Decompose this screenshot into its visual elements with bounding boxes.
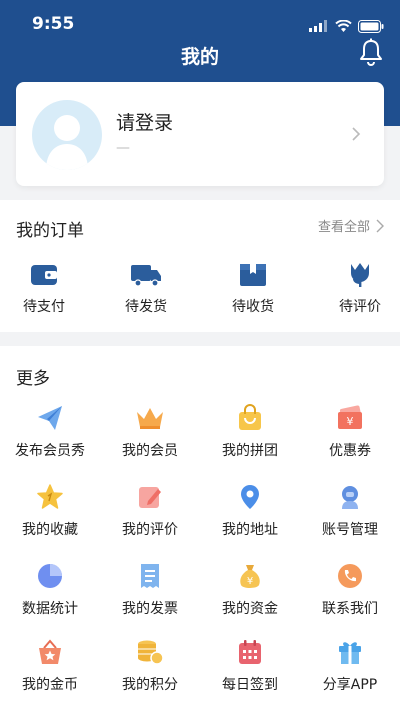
order-label: 待支付 [23,299,65,315]
profile-subtitle: — [116,140,130,156]
basket-star-icon [39,639,61,664]
star-icon [37,484,63,509]
grid-label: 账号管理 [322,522,378,538]
page-title: 我的 [180,46,219,68]
grid-item-points[interactable]: 我的积分 [100,638,200,694]
svg-text:¥: ¥ [247,576,253,587]
grid-label: 发布会员秀 [15,443,85,459]
bell-icon[interactable] [358,38,384,66]
status-icons [309,16,384,36]
grid-label: 我的资金 [222,601,278,617]
grid-label: 我的会员 [122,443,178,459]
coins-icon [138,640,164,665]
phone-icon [338,564,362,588]
status-time: 9:55 [32,14,75,34]
grid-item-member-show[interactable]: 发布会员秀 [0,404,100,460]
location-pin-icon [241,485,259,509]
chevron-right-icon [352,127,361,141]
grid-item-invoices[interactable]: 我的发票 [100,562,200,618]
money-bag-icon: ¥ [240,565,260,588]
grid-label: 数据统计 [22,601,78,617]
more-title: 更多 [16,369,50,389]
truck-icon [131,265,161,287]
crown-icon [137,408,163,429]
order-pending-receipt[interactable]: 待收货 [203,260,303,316]
gift-icon [339,642,361,664]
status-bar: 9:55 [0,0,400,48]
orders-title: 我的订单 [16,221,84,241]
grid-label: 我的发票 [122,601,178,617]
login-label[interactable]: 请登录 [116,108,173,135]
svg-text:¥: ¥ [347,415,354,428]
grid-item-check-in[interactable]: 每日签到 [200,638,300,694]
pie-chart-icon [38,564,62,588]
order-label: 待评价 [339,299,381,315]
view-all-label: 查看全部 [317,220,370,235]
grid-item-account[interactable]: 账号管理 [300,483,400,539]
avatar-silhouette-icon [46,115,88,170]
order-pending-review[interactable]: 待评价 [310,260,400,316]
order-pending-shipment[interactable]: 待发货 [96,260,196,316]
grid-label: 分享APP [322,677,378,693]
order-label: 待发货 [125,299,167,315]
wallet-icon [31,265,57,285]
grid-label: 每日签到 [222,677,278,693]
grid-item-my-address[interactable]: 我的地址 [200,483,300,539]
tulip-icon [351,263,369,287]
shopping-bag-icon [239,404,261,430]
signal-icon [309,20,327,32]
grid-item-my-reviews[interactable]: 我的评价 [100,483,200,539]
grid-item-coupons[interactable]: ¥ 优惠券 [300,404,400,460]
grid-label: 我的收藏 [22,522,78,538]
grid-label: 我的地址 [222,522,278,538]
more-section: 更多 发布会员秀 我的会员 我的拼团 ¥ 优惠券 我的收藏 我的评价 我的地址 … [0,346,400,711]
calendar-icon [239,640,261,664]
chevron-right-icon [376,219,384,232]
grid-label: 我的评价 [122,522,178,538]
grid-item-gold-coins[interactable]: 我的金币 [0,638,100,694]
box-icon [240,264,266,286]
grid-item-contact[interactable]: 联系我们 [300,562,400,618]
coupon-icon: ¥ [338,405,363,429]
battery-icon [358,19,384,33]
grid-item-statistics[interactable]: 数据统计 [0,562,100,618]
grid-item-my-membership[interactable]: 我的会员 [100,404,200,460]
user-icon [342,486,358,509]
grid-label: 我的积分 [122,677,178,693]
orders-section: 我的订单 查看全部 待支付 待发货 待收货 待评价 [0,200,400,332]
grid-label: 我的金币 [22,677,78,693]
grid-label: 联系我们 [322,601,378,617]
invoice-icon [141,564,159,588]
grid-item-funds[interactable]: ¥ 我的资金 [200,562,300,618]
order-pending-payment[interactable]: 待支付 [0,260,94,316]
grid-label: 我的拼团 [222,443,278,459]
wifi-icon [335,19,352,32]
profile-card[interactable]: 请登录 — [16,82,384,186]
paper-plane-icon [38,406,62,430]
avatar[interactable] [32,100,102,170]
grid-label: 优惠券 [329,443,371,459]
grid-item-favorites[interactable]: 我的收藏 [0,483,100,539]
order-label: 待收货 [232,299,274,315]
view-all-orders-link[interactable]: 查看全部 [318,216,384,235]
grid-item-group-buy[interactable]: 我的拼团 [200,404,300,460]
grid-item-share-app[interactable]: 分享APP [300,638,400,694]
edit-icon [139,487,161,508]
